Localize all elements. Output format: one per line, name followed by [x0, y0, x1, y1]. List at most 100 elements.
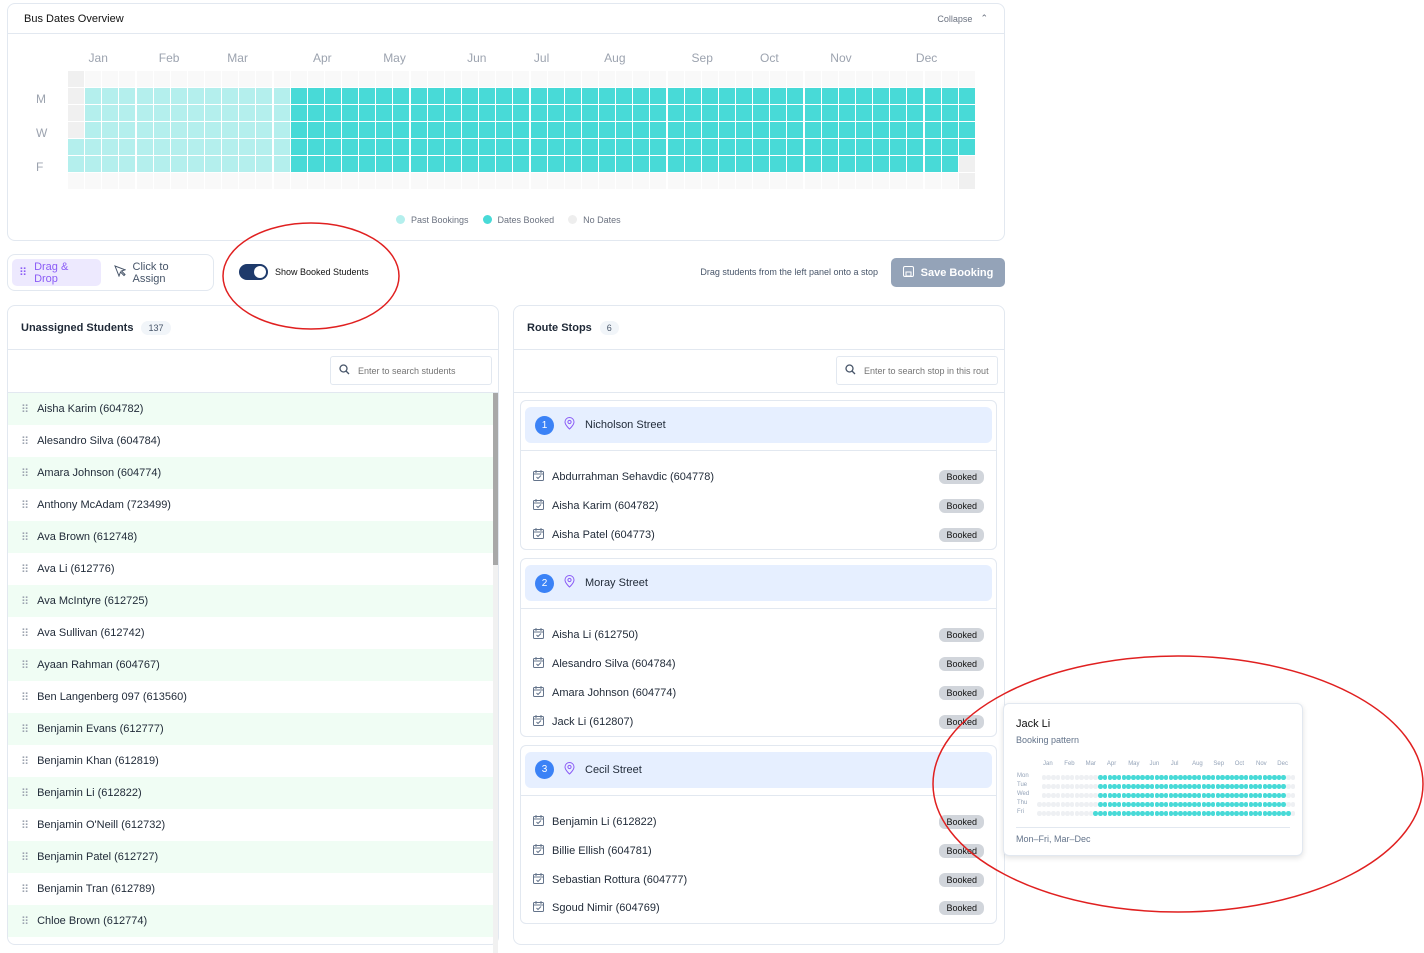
heatmap-cell	[838, 71, 855, 87]
heatmap-cell	[410, 88, 427, 104]
mini-heatmap-dot	[1098, 802, 1103, 807]
drag-handle-icon[interactable]: ⠿	[21, 435, 29, 448]
student-row[interactable]: ⠿ Chloe Brown (612774)	[8, 905, 498, 937]
save-booking-button[interactable]: Save Booking	[891, 258, 1005, 287]
student-row[interactable]: ⠿ Aisha Karim (604782)	[8, 393, 498, 425]
show-booked-toggle[interactable]	[239, 264, 268, 280]
heatmap-cell	[342, 156, 359, 172]
booked-student-row[interactable]: Jack Li (612807) Booked	[521, 707, 996, 736]
heatmap-cell	[907, 71, 924, 87]
heatmap-cell	[342, 139, 359, 155]
stop-header[interactable]: 3 Cecil Street	[525, 751, 992, 788]
student-row[interactable]: ⠿ Benjamin Khan (612819)	[8, 745, 498, 777]
drag-handle-icon[interactable]: ⠿	[21, 499, 29, 512]
heatmap-cell	[153, 105, 170, 121]
drag-handle-icon[interactable]: ⠿	[21, 691, 29, 704]
booked-student-row[interactable]: Aisha Patel (604773) Booked	[521, 520, 996, 549]
heatmap-cell	[342, 122, 359, 138]
student-row[interactable]: ⠿ Ayaan Rahman (604767)	[8, 649, 498, 681]
heatmap-cell	[787, 88, 804, 104]
student-row[interactable]: ⠿ Ava Li (612776)	[8, 553, 498, 585]
scrollbar[interactable]	[493, 393, 498, 953]
drag-handle-icon[interactable]: ⠿	[21, 627, 29, 640]
stop-header[interactable]: 1 Nicholson Street	[525, 407, 992, 443]
heatmap-cell	[650, 173, 667, 189]
student-row[interactable]: ⠿ Ben Langenberg 097 (613560)	[8, 681, 498, 713]
heatmap-cell	[119, 139, 136, 155]
tooltip-summary: Mon–Fri, Mar–Dec	[1016, 827, 1290, 844]
heatmap-cell	[958, 156, 975, 172]
heatmap-cell	[924, 156, 941, 172]
booked-student-row[interactable]: Benjamin Li (612822) Booked	[521, 808, 996, 837]
student-search[interactable]	[330, 356, 492, 385]
click-assign-mode-button[interactable]: Click to Assign	[107, 259, 210, 286]
calendar-check-icon	[533, 628, 544, 642]
student-name: Anthony McAdam (723499)	[37, 499, 171, 511]
student-row[interactable]: ⠿ Benjamin Tran (612789)	[8, 873, 498, 905]
student-row[interactable]: ⠿ Benjamin Patel (612727)	[8, 841, 498, 873]
mini-day-label: Thu	[1017, 800, 1028, 806]
collapse-button[interactable]: Collapse ⌃	[937, 13, 988, 24]
student-row[interactable]: ⠿ Benjamin Li (612822)	[8, 777, 498, 809]
heatmap-cell	[838, 105, 855, 121]
student-row[interactable]: ⠿ Benjamin O'Neill (612732)	[8, 809, 498, 841]
drag-handle-icon[interactable]: ⠿	[21, 755, 29, 768]
mini-heatmap-dot	[1257, 793, 1263, 798]
drag-handle-icon[interactable]: ⠿	[21, 531, 29, 544]
stop-search[interactable]	[836, 356, 998, 385]
drag-handle-icon[interactable]: ⠿	[21, 595, 29, 608]
heatmap-cell	[496, 173, 513, 189]
heatmap-cell	[222, 156, 239, 172]
heatmap-cell	[324, 105, 341, 121]
stop-header[interactable]: 2 Moray Street	[525, 565, 992, 602]
student-row[interactable]: ⠿ Benjamin Evans (612777)	[8, 713, 498, 745]
drag-handle-icon[interactable]: ⠿	[21, 723, 29, 736]
booked-student-row[interactable]: Sebastian Rottura (604777) Booked	[521, 865, 996, 894]
student-row[interactable]: ⠿ Ava McIntyre (612725)	[8, 585, 498, 617]
booked-student-row[interactable]: Aisha Karim (604782) Booked	[521, 492, 996, 521]
student-name: Ava Sullivan (612742)	[37, 627, 145, 639]
student-name: Amara Johnson (604774)	[552, 686, 677, 699]
heatmap-cell	[444, 173, 461, 189]
heatmap-cell	[153, 173, 170, 189]
student-row[interactable]: ⠿ Ava Brown (612748)	[8, 521, 498, 553]
student-list: ⠿ Aisha Karim (604782) ⠿ Alesandro Silva (6…	[8, 393, 498, 953]
booked-student-row[interactable]: Abdurrahman Sehavdic (604778) Booked	[521, 463, 996, 492]
heatmap-cell	[753, 88, 770, 104]
booked-student-row[interactable]: Amara Johnson (604774) Booked	[521, 678, 996, 707]
save-label: Save Booking	[920, 266, 994, 279]
drag-handle-icon[interactable]: ⠿	[21, 851, 29, 864]
student-row[interactable]: ⠿ Alesandro Silva (604784)	[8, 425, 498, 457]
drag-handle-icon[interactable]: ⠿	[21, 563, 29, 576]
heatmap-cell	[256, 156, 273, 172]
student-row[interactable]: ⠿ Anthony McAdam (723499)	[8, 489, 498, 521]
heatmap-cell	[718, 105, 735, 121]
student-row[interactable]: ⠿ Amara Johnson (604774)	[8, 457, 498, 489]
student-row[interactable]: ⠿ Ava Sullivan (612742)	[8, 617, 498, 649]
drag-handle-icon[interactable]: ⠿	[21, 659, 29, 672]
drag-handle-icon[interactable]: ⠿	[21, 915, 29, 928]
drag-handle-icon[interactable]: ⠿	[21, 819, 29, 832]
student-search-input[interactable]	[358, 365, 483, 376]
heatmap-cell	[581, 122, 598, 138]
student-name: Alesandro Silva (604784)	[552, 658, 676, 671]
booked-student-row[interactable]: Alesandro Silva (604784) Booked	[521, 650, 996, 679]
mini-heatmap-dot	[1037, 802, 1042, 807]
heatmap-cell	[273, 105, 290, 121]
booked-student-row[interactable]: Sgoud Nimir (604769) Booked	[521, 894, 996, 923]
heatmap-cell	[718, 139, 735, 155]
drag-handle-icon[interactable]: ⠿	[21, 403, 29, 416]
mini-month-label: Mar	[1085, 761, 1096, 767]
drag-drop-mode-button[interactable]: ⠿ Drag & Drop	[12, 259, 101, 286]
stop-search-input[interactable]	[864, 365, 989, 376]
drag-handle-icon[interactable]: ⠿	[21, 467, 29, 480]
drag-handle-icon[interactable]: ⠿	[21, 787, 29, 800]
drag-handle-icon[interactable]: ⠿	[21, 883, 29, 896]
heatmap-cell	[342, 173, 359, 189]
mini-heatmap-dot	[1286, 811, 1291, 816]
heatmap-cell	[804, 71, 821, 87]
booked-student-row[interactable]: Aisha Li (612750) Booked	[521, 621, 996, 650]
calendar-check-icon	[533, 815, 544, 829]
search-icon	[339, 363, 350, 378]
booked-student-row[interactable]: Billie Ellish (604781) Booked	[521, 837, 996, 866]
